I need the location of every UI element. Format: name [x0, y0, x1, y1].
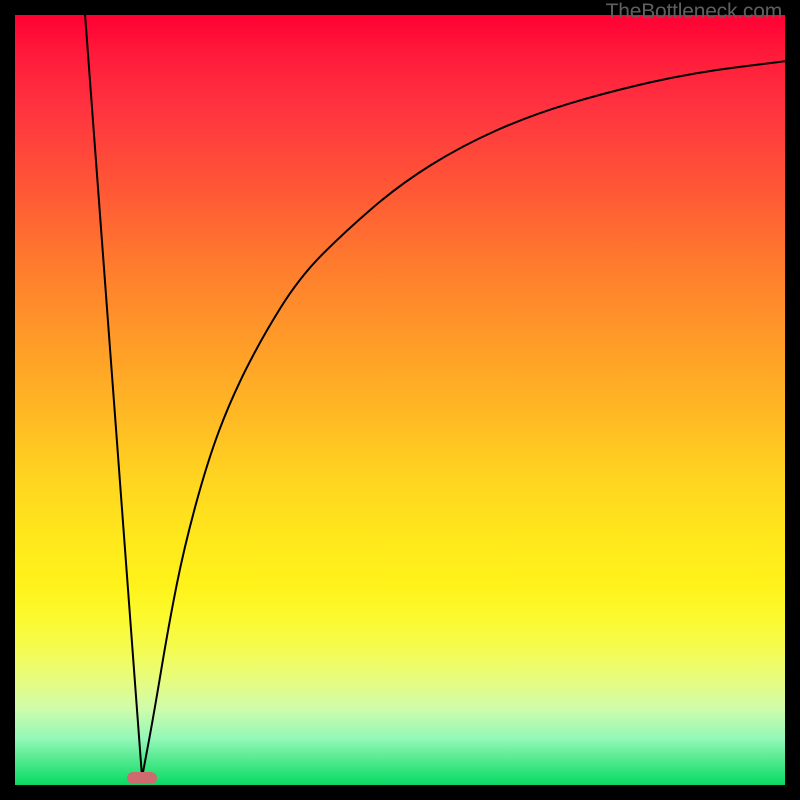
bottleneck-curve [15, 15, 785, 785]
minimum-marker [127, 772, 157, 784]
chart-container: TheBottleneck.com [0, 0, 800, 800]
watermark-text: TheBottleneck.com [606, 0, 782, 24]
plot-area [15, 15, 785, 785]
